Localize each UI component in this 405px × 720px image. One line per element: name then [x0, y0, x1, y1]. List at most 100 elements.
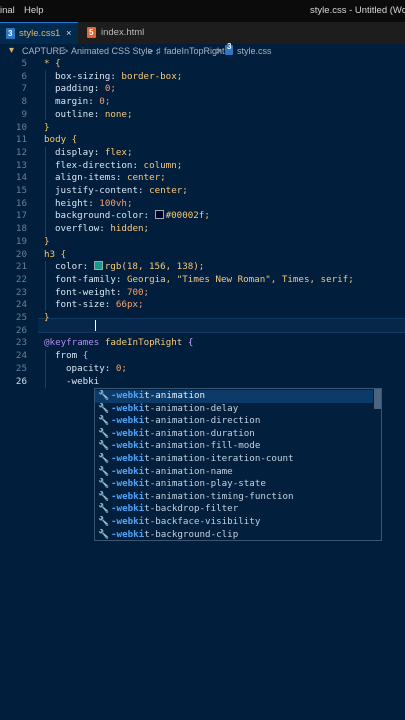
line-number: 26: [15, 375, 27, 387]
code-line: 15 justify-content: center;: [0, 185, 405, 198]
autocomplete-popup[interactable]: 🔧 -webkit-animation 🔧 -webkit-animation-del…: [94, 388, 382, 541]
code-text: display: flex;: [55, 146, 133, 158]
code-line: 24 from {: [0, 350, 405, 363]
line-number: 24: [15, 299, 27, 311]
suggestion-item[interactable]: 🔧 -webkit-animation: [95, 390, 373, 403]
line-number: 20: [15, 248, 27, 260]
code-line: 25 opacity: 0;: [0, 363, 405, 376]
code-line: 10}: [0, 122, 405, 135]
close-icon[interactable]: ×: [66, 23, 72, 45]
code-text: box-sizing: border-box;: [55, 70, 183, 82]
suggestion-item[interactable]: 🔧 -webkit-animation-iteration-count: [95, 453, 373, 466]
line-number: 16: [15, 197, 27, 209]
code-text: background-color: #00002f;: [55, 210, 210, 222]
code-line: 6 box-sizing: border-box;: [0, 71, 405, 84]
property-wrench-icon: 🔧: [98, 517, 110, 527]
css3-icon: [225, 40, 233, 55]
line-number: 23: [15, 286, 27, 298]
line-number: 7: [21, 83, 27, 95]
code-line: 7 padding: 0;: [0, 83, 405, 96]
code-line: 24 font-size: 66px;: [0, 299, 405, 312]
text-cursor: [95, 320, 96, 331]
suggestion-item[interactable]: 🔧 -webkit-backface-visibility: [95, 516, 373, 529]
line-number: 11: [15, 134, 27, 146]
suggestion-item[interactable]: 🔧 -webkit-animation-direction: [95, 415, 373, 428]
css3-icon: [6, 23, 15, 45]
line-number: 23: [15, 337, 27, 349]
property-wrench-icon: 🔧: [98, 454, 110, 464]
code-text: @keyframes fadeInTopRight {: [44, 337, 194, 349]
menu-terminal[interactable]: inal: [0, 5, 15, 16]
suggestion-item[interactable]: 🔧 -webkit-animation-duration: [95, 428, 373, 441]
line-number: 5: [21, 58, 27, 69]
code-line: 19}: [0, 236, 405, 249]
suggestion-label: -webkit-animation-direction: [111, 415, 261, 427]
code-line: 2323@keyframes fadeInTopRight {: [0, 337, 405, 350]
line-number: 25: [15, 312, 27, 323]
code-line: 26: [0, 325, 405, 338]
code-line: 8 margin: 0;: [0, 96, 405, 109]
property-wrench-icon: 🔧: [98, 403, 110, 414]
code-text: h3 {: [44, 248, 67, 260]
code-text: font-weight: 700;: [55, 286, 150, 298]
tab-label: style.css: [19, 28, 56, 39]
breadcrumb-root[interactable]: CAPTURE: [22, 44, 65, 58]
suggestion-item[interactable]: 🔧 -webkit-backdrop-filter: [95, 503, 373, 516]
property-wrench-icon: 🔧: [98, 428, 110, 439]
code-line: 22 font-family: Georgia, "Times New Roman…: [0, 274, 405, 287]
suggestion-item[interactable]: 🔧 -webkit-animation-delay: [95, 403, 373, 416]
property-wrench-icon: 🔧: [98, 529, 110, 540]
tab-label: index.html: [101, 27, 145, 38]
code-text: opacity: 0;: [66, 362, 127, 374]
line-number: 24: [15, 350, 27, 362]
suggestion-item[interactable]: 🔧 -webkit-animation-play-state: [95, 478, 373, 491]
breadcrumb-separator: >: [216, 46, 222, 56]
code-line: 5 * {: [0, 58, 405, 71]
code-line: 9 outline: none;: [0, 109, 405, 122]
breadcrumb-file[interactable]: style.css: [237, 44, 272, 58]
suggestion-label: -webkit-animation-iteration-count: [111, 453, 294, 464]
suggestion-item[interactable]: 🔧 -webkit-background-clip: [95, 529, 373, 542]
code-text: flex-direction: column;: [55, 159, 183, 171]
code-line: 23 font-weight: 700;: [0, 287, 405, 300]
folder-icon: ▾: [9, 45, 15, 56]
suggestion-label: -webkit-backdrop-filter: [111, 503, 239, 515]
line-number: 15: [15, 185, 27, 196]
suggestion-label: -webkit-animation-fill-mode: [111, 440, 261, 452]
suggestion-label: -webkit-animation-play-state: [111, 478, 266, 490]
html5-icon: [87, 22, 96, 44]
color-swatch-icon[interactable]: [154, 210, 164, 220]
code-line: 14 align-items: center;: [0, 172, 405, 185]
suggestion-item[interactable]: 🔧 -webkit-animation-name: [95, 466, 373, 479]
scrollbar[interactable]: [374, 389, 381, 409]
color-swatch-icon[interactable]: [93, 261, 103, 271]
line-number: 10: [15, 121, 27, 133]
suggestion-item[interactable]: 🔧 -webkit-animation-fill-mode: [95, 440, 373, 453]
property-wrench-icon: 🔧: [98, 391, 110, 401]
code-text: padding: 0;: [55, 83, 116, 95]
code-text: align-items: center;: [55, 172, 166, 184]
code-text: font-size: 66px;: [55, 299, 144, 311]
tab-style-css[interactable]: style.css 1 ×: [0, 22, 78, 45]
symbol-icon: ♯: [156, 46, 161, 56]
code-text: outline: none;: [55, 108, 133, 120]
code-text: }: [44, 235, 50, 247]
code-line: 21 color: rgb(18, 156, 138);: [0, 261, 405, 274]
code-text: height: 100vh;: [55, 197, 133, 209]
line-number: 14: [15, 172, 27, 184]
breadcrumb: ▾ CAPTURE > Animated CSS Style > ♯ fadeI…: [0, 40, 405, 58]
code-text: overflow: hidden;: [55, 223, 150, 235]
code-line: 20 h3 {: [0, 249, 405, 262]
menu-help[interactable]: Help: [24, 5, 44, 16]
line-number: 26: [15, 324, 27, 336]
title-bar: inal Help style.css - Untitled (Wo: [0, 0, 405, 22]
breadcrumb-folder[interactable]: Animated CSS Style: [71, 44, 153, 58]
property-wrench-icon: 🔧: [98, 466, 110, 477]
code-line: 12 display: flex;: [0, 147, 405, 160]
line-number: 12: [15, 146, 27, 158]
suggestion-item[interactable]: 🔧 -webkit-animation-timing-function: [95, 491, 373, 504]
breadcrumb-separator: >: [63, 46, 69, 56]
code-text: margin: 0;: [55, 96, 111, 108]
tab-index-html[interactable]: index.html: [80, 22, 176, 44]
suggestion-label: -webkit-animation-delay: [111, 402, 239, 414]
